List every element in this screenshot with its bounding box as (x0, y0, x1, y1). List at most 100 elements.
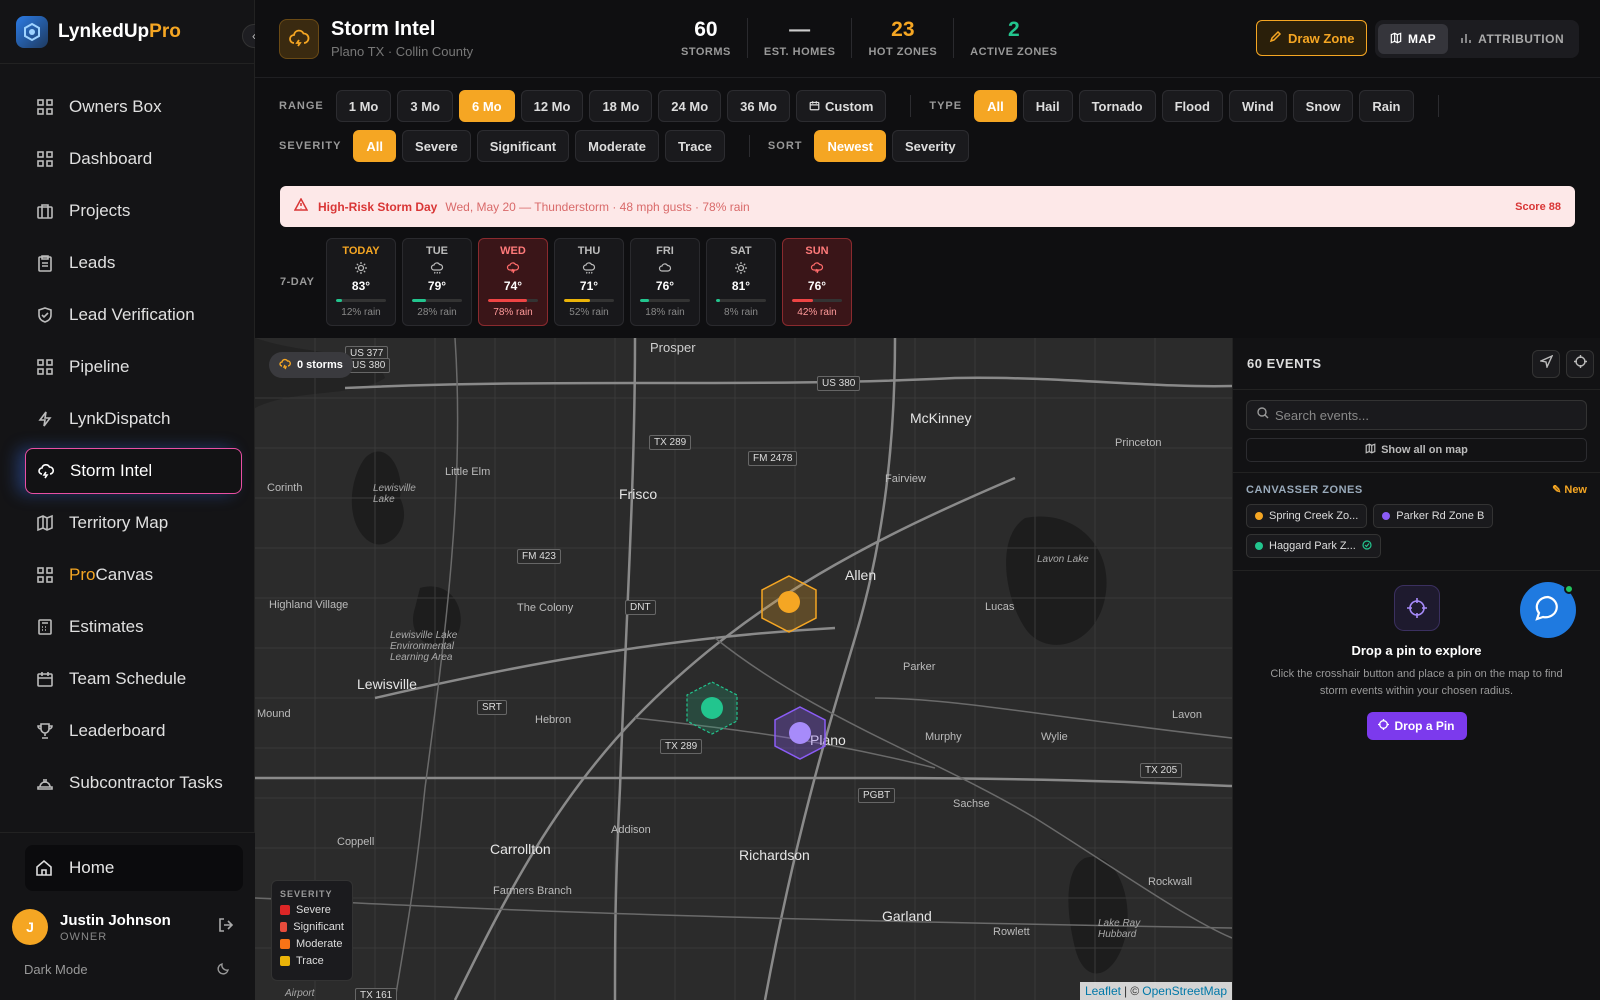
sidebar-item-pipeline[interactable]: Pipeline (25, 344, 242, 390)
zone-marker-spring-creek[interactable] (761, 575, 817, 633)
search-input[interactable] (1275, 407, 1555, 423)
dark-mode-toggle[interactable]: Dark Mode (0, 955, 255, 984)
forecast-day-wed[interactable]: WED 74° 78% rain (478, 238, 548, 326)
zone-chip-parker-rd[interactable]: Parker Rd Zone B (1373, 504, 1494, 528)
brand-logo-icon (16, 15, 48, 48)
cloud-icon (631, 259, 699, 277)
type-chip[interactable]: Wind (1229, 90, 1287, 122)
locate-button[interactable] (1532, 349, 1560, 378)
range-chip-selected[interactable]: 6 Mo (458, 90, 515, 122)
zone-chip-spring-creek[interactable]: Spring Creek Zo... (1246, 504, 1368, 528)
grid-icon (35, 149, 55, 169)
range-chip[interactable]: 18 Mo (589, 90, 653, 122)
type-chip[interactable]: Rain (1359, 90, 1414, 122)
legend-label: Trace (296, 955, 324, 967)
custom-range-button[interactable]: Custom (795, 90, 887, 122)
storm-alert-banner[interactable]: High-Risk Storm Day Wed, May 20 — Thunde… (280, 186, 1575, 227)
severity-label: SEVERITY (279, 140, 342, 152)
storm-count-pill[interactable]: 0 storms (269, 352, 353, 378)
sidebar-item-leaderboard[interactable]: Leaderboard (25, 708, 242, 754)
events-panel: 60 EVENTS Show all on map CANVASSER ZONE… (1232, 338, 1600, 1000)
severity-chip[interactable]: Moderate (575, 130, 659, 162)
zone-chip-haggard-park[interactable]: Haggard Park Z... (1246, 534, 1381, 558)
draw-zone-button[interactable]: Draw Zone (1256, 20, 1368, 56)
new-zone-button[interactable]: ✎ New (1552, 483, 1587, 496)
sidebar-item-estimates[interactable]: Estimates (25, 604, 242, 650)
forecast-day-sat[interactable]: SAT 81° 8% rain (706, 238, 776, 326)
rain-bar (412, 299, 462, 302)
sidebar-item-owners-box[interactable]: Owners Box (25, 84, 242, 130)
storm-map[interactable]: Prosper McKinney Princeton Frisco Little… (255, 338, 1232, 1000)
stat-value: — (789, 18, 811, 41)
range-chip[interactable]: 12 Mo (520, 90, 584, 122)
zone-dot (1255, 512, 1263, 520)
zone-marker-haggard-park[interactable] (686, 681, 738, 735)
alert-title: High-Risk Storm Day (318, 199, 438, 214)
forecast-day-fri[interactable]: FRI 76° 18% rain (630, 238, 700, 326)
day-name: SAT (730, 245, 752, 257)
range-chip[interactable]: 36 Mo (727, 90, 790, 122)
stats-bar: 60 STORMS — EST. HOMES 23 HOT ZONES 2 ACTIVE… (665, 18, 1073, 58)
chat-button[interactable] (1520, 582, 1576, 638)
map-icon (1365, 443, 1376, 457)
day-name: FRI (656, 245, 674, 257)
tab-map[interactable]: MAP (1378, 24, 1449, 54)
dark-mode-label: Dark Mode (24, 962, 88, 977)
draw-zone-label: Draw Zone (1288, 30, 1355, 46)
event-search[interactable] (1246, 400, 1587, 430)
range-chip[interactable]: 3 Mo (397, 90, 453, 122)
show-all-on-map-button[interactable]: Show all on map (1246, 438, 1587, 462)
type-chip-selected[interactable]: All (974, 90, 1017, 122)
sidebar-item-label: LynkDispatch (69, 409, 171, 428)
user-info: Justin Johnson OWNER (60, 912, 171, 943)
sidebar-item-lynkdispatch[interactable]: LynkDispatch (25, 396, 242, 442)
severity-chip[interactable]: Significant (476, 130, 570, 162)
forecast-day-thu[interactable]: THU 71° 52% rain (554, 238, 624, 326)
range-chip[interactable]: 24 Mo (658, 90, 722, 122)
sidebar-item-dashboard[interactable]: Dashboard (25, 136, 242, 182)
severity-chip[interactable]: Severe (402, 130, 471, 162)
osm-link[interactable]: OpenStreetMap (1142, 984, 1227, 998)
home-button[interactable]: Home (25, 845, 243, 891)
range-chip[interactable]: 1 Mo (335, 90, 392, 122)
alert-score: Score 88 (1515, 200, 1561, 213)
forecast-day-tue[interactable]: TUE 79° 28% rain (402, 238, 472, 326)
sidebar-item-storm-intel[interactable]: Storm Intel (25, 448, 242, 494)
logout-icon[interactable] (217, 916, 235, 939)
moon-icon[interactable] (217, 961, 231, 978)
type-chip[interactable]: Hail (1022, 90, 1073, 122)
sidebar-item-leads[interactable]: Leads (25, 240, 242, 286)
drop-pin-description: Click the crosshair button and place a p… (1270, 668, 1563, 697)
tab-attribution[interactable]: ATTRIBUTION (1448, 24, 1576, 54)
sort-chip-selected[interactable]: Newest (814, 130, 887, 162)
severity-chip-selected[interactable]: All (353, 130, 397, 162)
storm-count-label: 0 storms (297, 359, 343, 371)
sun-icon (327, 259, 395, 277)
sidebar-item-label: Owners Box (69, 97, 162, 116)
day-name: TUE (426, 245, 448, 257)
sidebar-item-projects[interactable]: Projects (25, 188, 242, 234)
type-chip[interactable]: Tornado (1078, 90, 1156, 122)
forecast-day-sun[interactable]: SUN 76° 42% rain (782, 238, 852, 326)
brand[interactable]: LynkedUpPro (0, 0, 254, 64)
sidebar-nav: Owners Box Dashboard Projects Leads Lead… (0, 64, 254, 806)
forecast-day-today[interactable]: TODAY 83° 12% rain (326, 238, 396, 326)
sidebar-item-procanvas[interactable]: ProCanvas (25, 552, 242, 598)
zone-marker-parker-rd[interactable] (774, 706, 826, 760)
stat-value: 2 (1007, 18, 1020, 41)
divider (748, 135, 750, 157)
severity-chip[interactable]: Trace (664, 130, 725, 162)
type-chip[interactable]: Snow (1292, 90, 1354, 122)
sidebar-item-team-schedule[interactable]: Team Schedule (25, 656, 242, 702)
sidebar-item-subcontractor-tasks[interactable]: Subcontractor Tasks (25, 760, 242, 806)
type-chip[interactable]: Flood (1161, 90, 1223, 122)
user-role: OWNER (60, 930, 108, 943)
avatar[interactable]: J (12, 909, 48, 945)
sidebar-item-territory-map[interactable]: Territory Map (25, 500, 242, 546)
sidebar-item-lead-verification[interactable]: Lead Verification (25, 292, 242, 338)
crosshair-button[interactable] (1566, 349, 1594, 378)
sort-chip[interactable]: Severity (892, 130, 969, 162)
drop-pin-button[interactable]: Drop a Pin (1366, 712, 1467, 740)
rain-bar (564, 299, 614, 302)
leaflet-link[interactable]: Leaflet (1085, 984, 1121, 998)
